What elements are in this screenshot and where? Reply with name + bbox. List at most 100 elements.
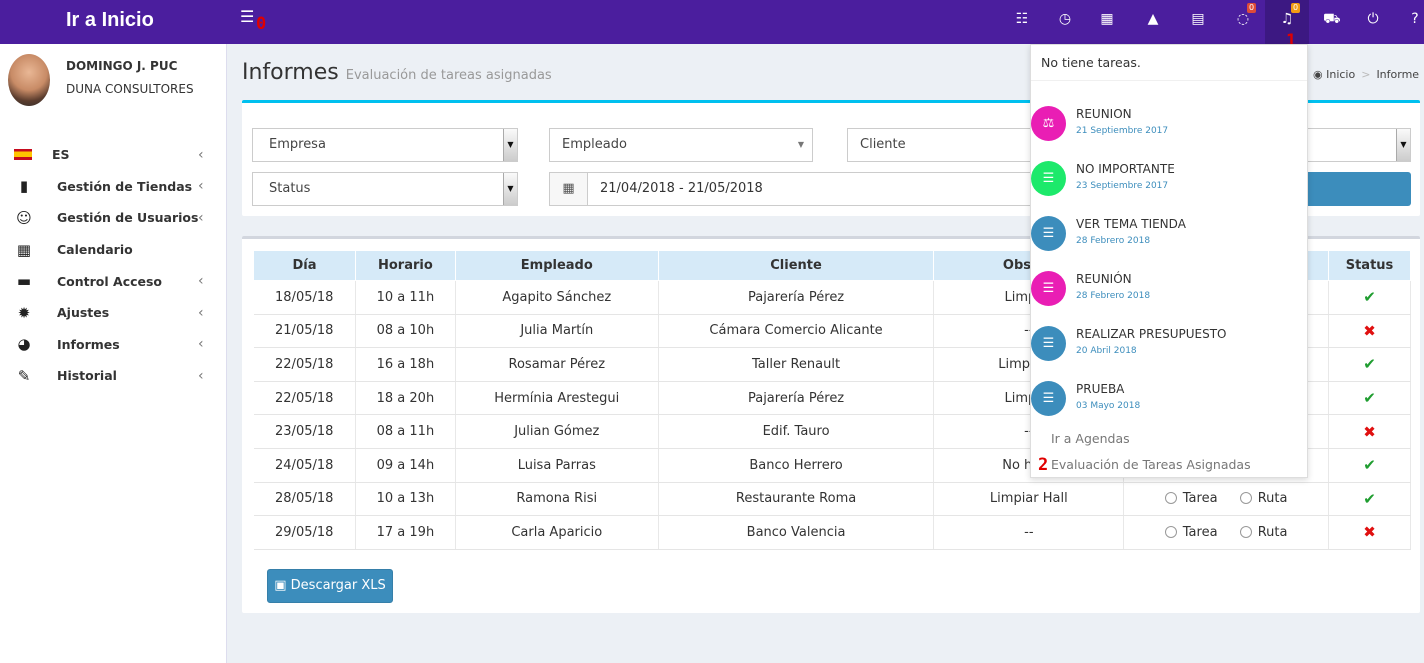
task-title: REALIZAR PRESUPUESTO <box>1076 327 1227 341</box>
smile-icon: ☺ <box>16 208 32 227</box>
sidebar-item-language[interactable]: ES ‹ <box>0 139 227 171</box>
sidebar-item-ajustes[interactable]: ✹ Ajustes ‹ <box>0 297 227 329</box>
task-title: PRUEBA <box>1076 382 1125 396</box>
top-navbar: Ir a Inicio ☰ 0 ☷ ◷ ▦ ▲ ▤ ◌ 0 ♫ 0 1 ⛟ ⏻ … <box>0 0 1424 51</box>
chevron-left-icon: ‹ <box>198 273 204 290</box>
col-dia[interactable]: Día <box>253 250 356 281</box>
sidebar-item-historial[interactable]: ✎ Historial ‹ <box>0 360 227 392</box>
sidebar-item-label: Historial <box>57 368 117 384</box>
task-date: 28 Febrero 2018 <box>1076 291 1151 301</box>
tarea-radio[interactable] <box>1164 492 1177 505</box>
status-ok-icon: ✔ <box>1328 347 1411 382</box>
status-select[interactable]: Status ▼ <box>252 172 518 206</box>
user-name: DOMINGO J. PUC <box>66 59 178 73</box>
cell-tipo: Tarea Ruta <box>1123 515 1329 550</box>
sidebar-item-control-acceso[interactable]: ▬ Control Acceso ‹ <box>0 265 227 297</box>
chevron-left-icon: ‹ <box>198 209 204 226</box>
col-status[interactable]: Status <box>1328 250 1411 281</box>
list-icon[interactable]: ☷ <box>1014 10 1030 28</box>
cell-dia: 22/05/18 <box>253 380 356 416</box>
cell-cliente: Cámara Comercio Alicante <box>658 313 935 349</box>
cell-empleado: Julian Gómez <box>455 414 659 449</box>
empresa-select[interactable]: Empresa ▼ <box>252 128 518 162</box>
tarea-radio[interactable] <box>1164 525 1177 538</box>
cell-cliente: Edif. Tauro <box>658 414 935 449</box>
breadcrumb-home[interactable]: Inicio <box>1326 68 1355 81</box>
list-icon: ☰ <box>1031 381 1066 416</box>
dropdown-task-item[interactable]: ☰ REALIZAR PRESUPUESTO 20 Abril 2018 <box>1031 326 1307 381</box>
cell-dia: 24/05/18 <box>253 447 356 483</box>
question-icon[interactable]: ? <box>1407 10 1423 28</box>
cell-horario: 10 a 11h <box>355 280 456 315</box>
evaluacion-tareas-link[interactable]: Evaluación de Tareas Asignadas <box>1051 457 1251 472</box>
sidebar: DOMINGO J. PUC DUNA CONSULTORES ES ‹ ▮ G… <box>0 44 227 663</box>
col-cliente[interactable]: Cliente <box>657 250 935 281</box>
cell-horario: 18 a 20h <box>355 380 456 416</box>
sidebar-item-label: Ajustes <box>57 305 110 321</box>
date-range-input[interactable]: ▦ 21/04/2018 - 21/05/2018 <box>549 172 1039 206</box>
empleado-select[interactable]: Empleado ▼ <box>549 128 813 162</box>
breadcrumb-current: Informe <box>1376 68 1420 81</box>
col-horario[interactable]: Horario <box>354 250 456 281</box>
breadcrumb: ◉ Inicio > Informe <box>1313 68 1420 81</box>
dropdown-task-item[interactable]: ☰ REUNIÓN 28 Febrero 2018 <box>1031 271 1307 326</box>
building-icon: ▮ <box>19 177 29 196</box>
brand-home-link[interactable]: Ir a Inicio <box>0 0 227 44</box>
sidebar-item-label: Control Acceso <box>57 273 163 289</box>
dropdown-task-item[interactable]: ☰ NO IMPORTANTE 23 Septiembre 2017 <box>1031 161 1307 216</box>
page-subtitle: Evaluación de tareas asignadas <box>345 68 552 83</box>
save-icon: ▣ <box>274 578 287 593</box>
calendar-icon: ▦ <box>550 173 588 205</box>
avatar[interactable] <box>8 54 50 106</box>
clock-icon[interactable]: ◷ <box>1057 10 1073 28</box>
cell-horario: 10 a 13h <box>355 481 456 517</box>
hamburger-menu-icon[interactable]: ☰ <box>240 9 254 25</box>
status-fail-icon: ✖ <box>1328 313 1411 349</box>
status-ok-icon: ✔ <box>1328 380 1411 416</box>
sidebar-item-informes[interactable]: ◕ Informes ‹ <box>0 329 227 361</box>
sidebar-item-label: ES <box>52 147 70 163</box>
cell-dia: 23/05/18 <box>253 414 356 449</box>
chevron-left-icon: ‹ <box>198 367 204 384</box>
search-button[interactable] <box>1300 172 1411 206</box>
ruta-radio-label: Ruta <box>1257 524 1288 540</box>
road-icon[interactable]: ▲ <box>1145 10 1161 28</box>
tarea-radio-label: Tarea <box>1182 524 1218 540</box>
ir-a-agendas-link[interactable]: Ir a Agendas <box>1051 431 1130 446</box>
sidebar-item-usuarios[interactable]: ☺ Gestión de Usuarios ‹ <box>0 202 227 234</box>
page-title: Informes Evaluación de tareas asignadas <box>242 60 552 85</box>
dropdown-task-item[interactable]: ☰ VER TEMA TIENDA 28 Febrero 2018 <box>1031 216 1307 271</box>
cell-empleado: Hermínia Arestegui <box>455 380 659 416</box>
cell-cliente: Restaurante Roma <box>658 481 935 517</box>
cell-cliente: Pajarería Pérez <box>658 280 935 315</box>
chevron-left-icon: ‹ <box>198 336 204 353</box>
dashboard-icon: ◉ <box>1313 68 1323 81</box>
cell-dia: 18/05/18 <box>253 280 356 315</box>
cell-empleado: Luisa Parras <box>455 447 659 483</box>
calendar-check-icon[interactable]: ▦ <box>1099 10 1115 28</box>
pie-chart-icon: ◕ <box>17 335 31 354</box>
user-company: DUNA CONSULTORES <box>66 82 194 96</box>
task-title: REUNIÓN <box>1076 272 1132 286</box>
ruta-radio[interactable] <box>1239 492 1252 505</box>
dropdown-header: No tiene tareas. <box>1031 45 1307 81</box>
cell-empleado: Carla Aparicio <box>455 515 659 550</box>
cell-empleado: Julia Martín <box>455 313 659 349</box>
download-xls-button[interactable]: ▣ Descargar XLS <box>267 569 393 603</box>
newspaper-icon[interactable]: ▤ <box>1190 10 1206 28</box>
dropdown-task-item[interactable]: ☰ PRUEBA 03 Mayo 2018 <box>1031 381 1307 436</box>
cell-horario: 08 a 11h <box>355 414 456 449</box>
empleado-select-value: Empleado <box>562 137 627 152</box>
cell-horario: 17 a 19h <box>355 515 456 550</box>
sidebar-item-tiendas[interactable]: ▮ Gestión de Tiendas ‹ <box>0 171 227 203</box>
balance-scale-icon: ⚖ <box>1031 106 1066 141</box>
cell-empleado: Agapito Sánchez <box>455 280 659 315</box>
dropdown-task-item[interactable]: ⚖ REUNION 21 Septiembre 2017 <box>1031 106 1307 161</box>
ruta-radio[interactable] <box>1239 525 1252 538</box>
power-icon[interactable]: ⏻ <box>1365 10 1381 28</box>
gear-icon: ✹ <box>17 303 31 322</box>
cart-icon[interactable]: ⛟ <box>1323 10 1341 28</box>
task-date: 20 Abril 2018 <box>1076 346 1137 356</box>
sidebar-item-calendario[interactable]: ▦ Calendario <box>0 234 227 266</box>
col-empleado[interactable]: Empleado <box>454 250 659 281</box>
